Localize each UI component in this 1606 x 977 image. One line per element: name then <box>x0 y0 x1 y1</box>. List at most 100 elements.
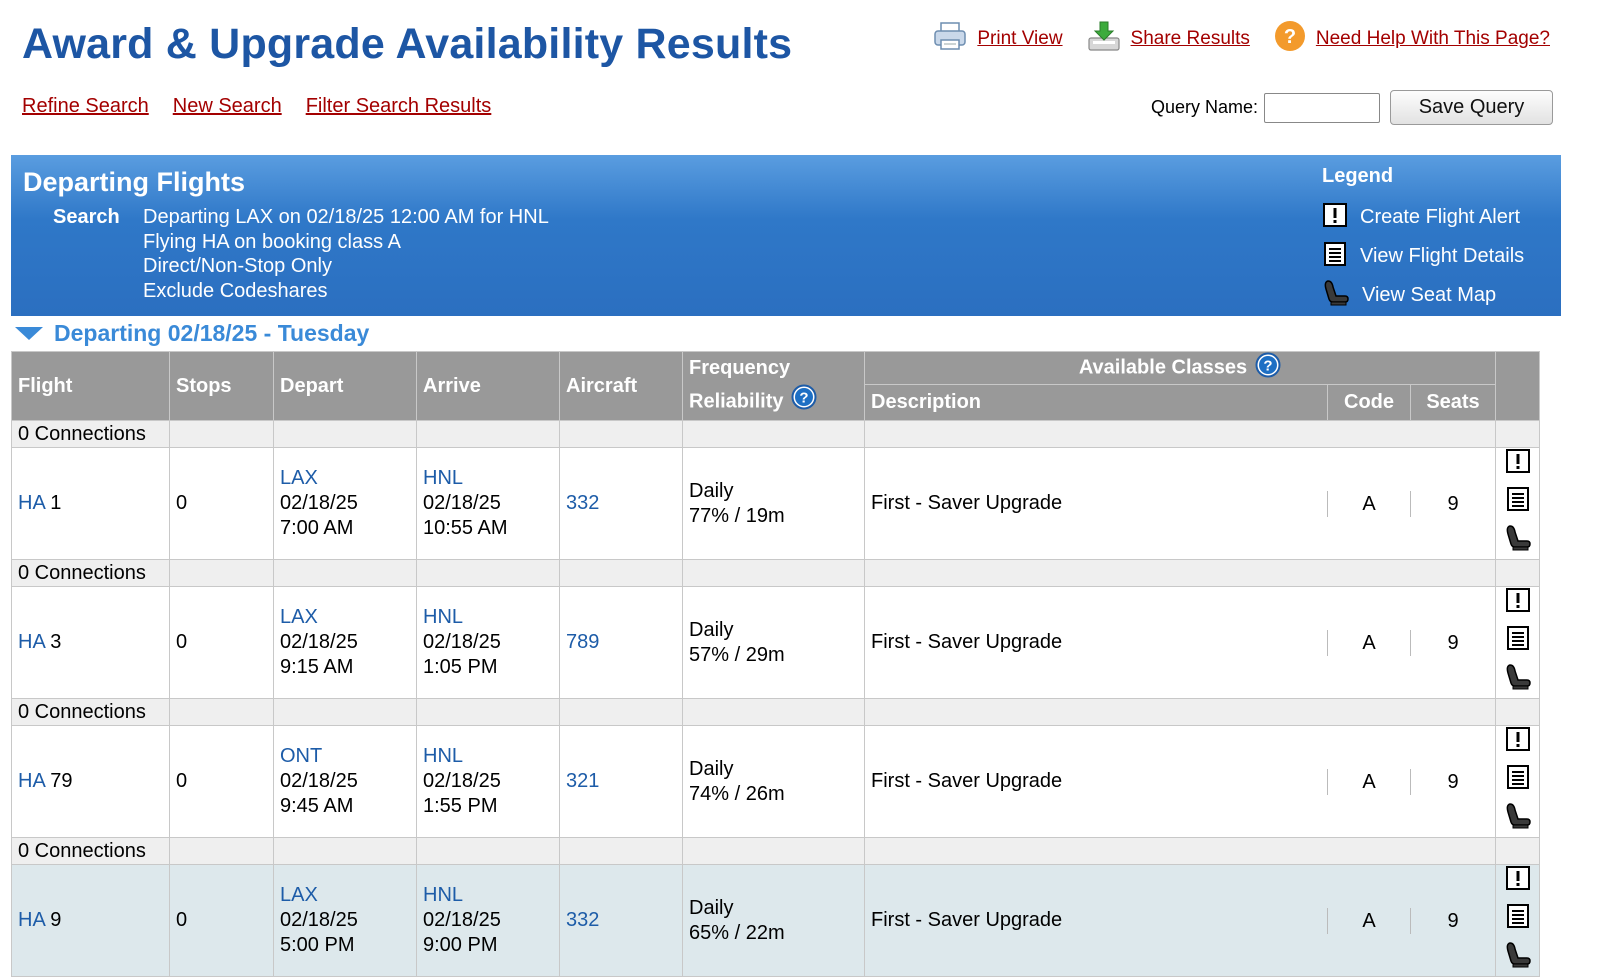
reliability-label-row: Reliability? <box>689 384 858 420</box>
empty-cell <box>682 837 865 865</box>
arrive-time: 1:55 PM <box>423 795 498 817</box>
create-flight-alert-icon[interactable] <box>1505 587 1531 620</box>
printer-icon[interactable] <box>933 21 967 57</box>
banner-title: Departing Flights <box>23 167 245 197</box>
carrier-link[interactable]: HA <box>18 770 45 792</box>
download-share-icon[interactable] <box>1087 20 1121 58</box>
available-classes-label: Available Classes <box>1078 356 1248 379</box>
need-help-link[interactable]: Need Help With This Page? <box>1316 28 1550 50</box>
share-results-link-group[interactable]: Share Results <box>1087 20 1250 58</box>
view-flight-details-icon[interactable] <box>1505 625 1531 658</box>
depart-airport-link[interactable]: LAX <box>280 883 410 908</box>
legend: Legend Create Flight Alert View Flight D… <box>1322 165 1524 315</box>
depart-airport-link[interactable]: LAX <box>280 605 410 630</box>
help-question-icon[interactable]: ? <box>1274 20 1306 58</box>
row-actions <box>1496 865 1539 976</box>
flight-cell: HA 79 <box>11 725 170 838</box>
svg-text:?: ? <box>1284 26 1296 48</box>
query-name-input[interactable] <box>1264 92 1380 123</box>
flight-row: HA 9 0 LAX 02/18/25 5:00 PM HNL 02/18/25… <box>11 864 1540 977</box>
view-flight-details-icon[interactable] <box>1505 486 1531 519</box>
empty-cell <box>864 698 1496 726</box>
depart-airport-link[interactable]: LAX <box>280 466 410 491</box>
help-circle-icon[interactable]: ? <box>791 384 817 420</box>
share-results-link[interactable]: Share Results <box>1131 28 1250 50</box>
legend-label: Create Flight Alert <box>1360 206 1521 228</box>
alert-icon <box>1322 202 1348 234</box>
collapse-triangle-icon[interactable] <box>14 320 44 347</box>
legend-label: View Seat Map <box>1362 284 1497 306</box>
search-criteria: Departing LAX on 02/18/25 12:00 AM for H… <box>143 205 549 303</box>
aircraft-link[interactable]: 332 <box>566 909 599 931</box>
col-header-flight: Flight <box>11 351 170 421</box>
aircraft-link[interactable]: 321 <box>566 770 599 792</box>
stops-cell: 0 <box>169 586 274 699</box>
carrier-link[interactable]: HA <box>18 631 45 653</box>
aircraft-cell: 321 <box>559 725 683 838</box>
class-cell-inner: First - Saver Upgrade A 9 <box>865 587 1495 698</box>
reliability-value: 65% / 22m <box>689 921 785 944</box>
flight-row: HA 1 0 LAX 02/18/25 7:00 AM HNL 02/18/25… <box>11 447 1540 560</box>
arrive-cell: HNL 02/18/25 1:05 PM <box>416 586 560 699</box>
class-cell-inner: First - Saver Upgrade A 9 <box>865 726 1495 837</box>
empty-cell <box>864 420 1496 448</box>
depart-cell: LAX 02/18/25 9:15 AM <box>273 586 417 699</box>
departing-date-header[interactable]: Departing 02/18/25 - Tuesday <box>14 320 369 347</box>
create-flight-alert-icon[interactable] <box>1505 726 1531 759</box>
print-view-link-group[interactable]: Print View <box>933 21 1063 57</box>
class-description: First - Saver Upgrade <box>871 492 1063 514</box>
query-form: Query Name: Save Query <box>1151 90 1553 125</box>
arrive-time: 1:05 PM <box>423 656 498 678</box>
empty-cell <box>1495 837 1540 865</box>
view-seat-map-icon[interactable] <box>1504 802 1532 837</box>
arrive-cell: HNL 02/18/25 10:55 AM <box>416 447 560 560</box>
arrive-airport-link[interactable]: HNL <box>423 883 553 908</box>
arrive-airport-link[interactable]: HNL <box>423 466 553 491</box>
search-label: Search <box>53 206 120 228</box>
empty-cell <box>416 420 560 448</box>
reliability-label: Reliability <box>689 390 784 413</box>
empty-cell <box>416 698 560 726</box>
carrier-link[interactable]: HA <box>18 909 45 931</box>
help-circle-icon[interactable]: ? <box>1255 352 1281 384</box>
col-header-aircraft: Aircraft <box>559 351 683 421</box>
stops-cell: 0 <box>169 864 274 977</box>
filter-search-results-link[interactable]: Filter Search Results <box>306 95 492 118</box>
frequency-value: Daily <box>689 757 734 780</box>
carrier-link[interactable]: HA <box>18 492 45 514</box>
depart-time: 5:00 PM <box>280 934 355 956</box>
arrive-airport-link[interactable]: HNL <box>423 605 553 630</box>
subheader-classes-inner: Description Code Seats <box>865 385 1495 420</box>
flight-cell: HA 9 <box>11 864 170 977</box>
view-flight-details-icon[interactable] <box>1505 903 1531 936</box>
create-flight-alert-icon[interactable] <box>1505 865 1531 898</box>
depart-airport-link[interactable]: ONT <box>280 744 410 769</box>
aircraft-link[interactable]: 789 <box>566 631 599 653</box>
stops-cell: 0 <box>169 725 274 838</box>
col-header-arrive: Arrive <box>416 351 560 421</box>
create-flight-alert-icon[interactable] <box>1505 448 1531 481</box>
need-help-link-group[interactable]: ? Need Help With This Page? <box>1274 20 1550 58</box>
view-seat-map-icon[interactable] <box>1504 941 1532 976</box>
page-title: Award & Upgrade Availability Results <box>22 20 793 68</box>
frequency-label: Frequency <box>689 357 791 379</box>
aircraft-link[interactable]: 332 <box>566 492 599 514</box>
row-actions <box>1496 726 1539 837</box>
new-search-link[interactable]: New Search <box>173 95 282 118</box>
actions-cell <box>1495 586 1540 699</box>
save-query-button[interactable]: Save Query <box>1390 90 1553 125</box>
view-flight-details-icon[interactable] <box>1505 764 1531 797</box>
depart-time: 9:45 AM <box>280 795 354 817</box>
empty-cell <box>1495 420 1540 448</box>
empty-cell <box>559 559 683 587</box>
row-actions <box>1496 587 1539 698</box>
view-seat-map-icon[interactable] <box>1504 663 1532 698</box>
print-view-link[interactable]: Print View <box>977 28 1062 50</box>
connections-label: 0 Connections <box>11 837 170 865</box>
connections-row: 0 Connections <box>11 698 1540 726</box>
view-seat-map-icon[interactable] <box>1504 524 1532 559</box>
refine-search-link[interactable]: Refine Search <box>22 95 149 118</box>
col-header-seats: Seats <box>1410 385 1495 420</box>
arrive-airport-link[interactable]: HNL <box>423 744 553 769</box>
top-links: Print View Share Results ? Need Help Wit… <box>933 20 1550 58</box>
